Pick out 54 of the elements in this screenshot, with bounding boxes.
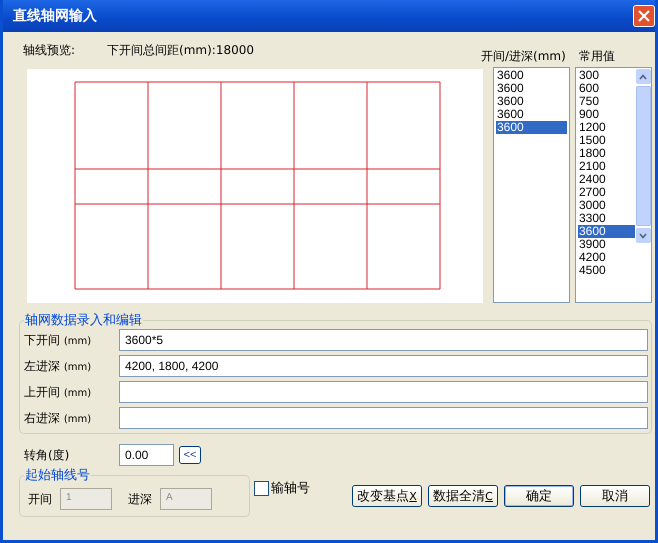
rotation-button[interactable]: << xyxy=(179,446,201,464)
list-item[interactable]: 600 xyxy=(578,82,635,95)
dialog-button[interactable]: 改变基点X xyxy=(352,485,422,507)
field-label: 上开间 (mm) xyxy=(24,384,92,400)
checkbox[interactable] xyxy=(254,480,269,496)
list-item[interactable]: 2400 xyxy=(578,173,635,186)
preview-label: 轴线预览: xyxy=(23,42,76,59)
scroll-up-button[interactable] xyxy=(636,69,650,84)
list-item[interactable]: 3600 xyxy=(496,69,567,82)
group-title: 轴网数据录入和编辑 xyxy=(24,312,143,329)
list-item[interactable]: 4500 xyxy=(578,264,635,277)
dialog-button[interactable]: 确定 xyxy=(504,485,574,507)
dialog-button[interactable]: 取消 xyxy=(580,485,650,507)
spans-header: 开间/进深(mm) xyxy=(481,48,566,65)
list-item[interactable]: 3600 xyxy=(496,95,567,108)
list-item[interactable]: 3600 xyxy=(496,108,567,121)
rotation-label: 转角(度) xyxy=(24,446,70,464)
group-title: 起始轴线号 xyxy=(24,467,91,484)
total-span-text: 下开间总间距(mm):18000 xyxy=(107,42,254,59)
input-field[interactable] xyxy=(119,407,648,429)
list-item[interactable]: 4200 xyxy=(578,251,635,264)
list-item[interactable]: 2100 xyxy=(578,160,635,173)
input-field[interactable] xyxy=(119,381,648,403)
field-label: 左进深 (mm) xyxy=(24,358,92,374)
list-item[interactable]: 3600 xyxy=(578,225,635,238)
checkbox-label: 输轴号 xyxy=(271,480,310,497)
field-label: 进深 xyxy=(128,490,152,508)
scroll-down-button[interactable] xyxy=(636,228,650,243)
list-item[interactable]: 1500 xyxy=(578,134,635,147)
field-label: 下开间 (mm) xyxy=(24,332,92,348)
close-button[interactable] xyxy=(633,5,655,27)
list-item[interactable]: 3600 xyxy=(496,121,567,134)
dialog-button[interactable]: 数据全清C xyxy=(428,485,498,507)
close-icon xyxy=(637,9,651,23)
list-item[interactable]: 1800 xyxy=(578,147,635,160)
list-item[interactable]: 300 xyxy=(578,69,635,82)
rotation-field[interactable]: 0.00 xyxy=(119,444,174,466)
list-item[interactable]: 3900 xyxy=(578,238,635,251)
list-item[interactable]: 2700 xyxy=(578,186,635,199)
list-item[interactable]: 750 xyxy=(578,95,635,108)
list-item[interactable]: 900 xyxy=(578,108,635,121)
window-title: 直线轴网输入 xyxy=(13,7,97,25)
input-field[interactable]: 4200, 1800, 4200 xyxy=(119,355,648,377)
field-label: 开间 xyxy=(28,490,52,508)
list-item[interactable]: 3600 xyxy=(496,82,567,95)
scroll-thumb[interactable] xyxy=(636,86,650,226)
list-item[interactable]: 3000 xyxy=(578,199,635,212)
common-values-list[interactable]: 300 600 750 900 1200 1500 1800 2100 2400 2700 3000 3300 3600 3900 4200 4500 xyxy=(575,67,652,303)
list-item[interactable]: 1200 xyxy=(578,121,635,134)
field-label: 右进深 (mm) xyxy=(24,410,92,426)
list-item[interactable]: 3300 xyxy=(578,212,635,225)
input-field[interactable]: 3600*5 xyxy=(119,329,648,351)
spans-list[interactable]: 3600 3600 3600 3600 3600 xyxy=(493,67,570,303)
common-values-header: 常用值 xyxy=(579,48,615,65)
